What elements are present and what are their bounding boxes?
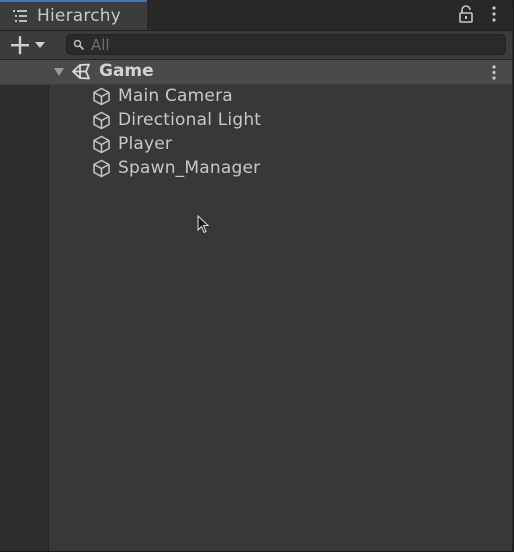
gameobject-cube-icon: [93, 135, 110, 154]
mouse-cursor-icon: [197, 215, 210, 234]
hierarchy-item-label: Spawn_Manager: [118, 158, 261, 178]
unity-scene-icon: [72, 63, 90, 80]
tab-strip: Hierarchy: [0, 0, 512, 31]
hierarchy-toolbar: [0, 31, 512, 60]
gameobject-cube-icon: [93, 87, 110, 106]
kebab-menu-icon[interactable]: [490, 5, 498, 23]
lock-icon[interactable]: [458, 5, 474, 23]
tree-gutter: [0, 60, 49, 551]
hierarchy-item-player[interactable]: Player: [49, 132, 512, 156]
search-field[interactable]: [66, 34, 506, 55]
hierarchy-item-main-camera[interactable]: Main Camera: [49, 84, 512, 108]
foldout-expanded-icon[interactable]: [53, 66, 65, 78]
dropdown-arrow-icon: [35, 42, 45, 48]
search-icon: [73, 39, 85, 51]
plus-icon: [11, 36, 29, 55]
scene-menu-icon[interactable]: [490, 64, 498, 81]
tab-hierarchy[interactable]: Hierarchy: [0, 0, 147, 30]
list-icon: [13, 10, 27, 22]
hierarchy-item-label: Main Camera: [118, 86, 233, 106]
add-dropdown-button[interactable]: [8, 34, 50, 56]
scene-name: Game: [99, 61, 154, 81]
scene-header-game[interactable]: Game: [0, 60, 512, 85]
search-input[interactable]: [91, 35, 491, 54]
hierarchy-item-label: Directional Light: [118, 110, 262, 130]
panel-title: Hierarchy: [37, 6, 121, 26]
gameobject-cube-icon: [93, 159, 110, 178]
hierarchy-item-directional-light[interactable]: Directional Light: [49, 108, 512, 132]
gameobject-cube-icon: [93, 111, 110, 130]
hierarchy-item-spawn-manager[interactable]: Spawn_Manager: [49, 156, 512, 180]
hierarchy-item-label: Player: [118, 134, 173, 154]
